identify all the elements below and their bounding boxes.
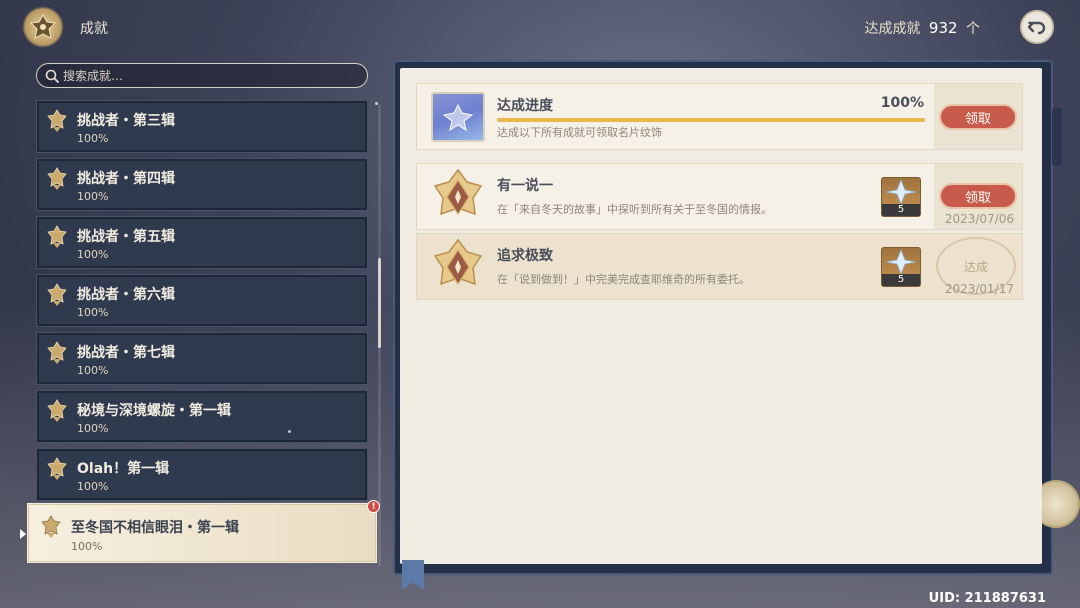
achievement-action-zone: 达成 2023/01/17 xyxy=(934,234,1022,299)
category-name: 至冬国不相信眼泪・第一辑 xyxy=(71,520,239,536)
category-name: 秘境与深境螺旋・第一辑 xyxy=(77,403,231,419)
category-name: 挑战者・第三辑 xyxy=(77,113,175,129)
category-badge-icon xyxy=(47,341,67,364)
search-icon xyxy=(45,69,59,83)
category-percent: 100% xyxy=(77,480,109,493)
search-input[interactable] xyxy=(63,68,353,83)
primogem-reward: 5 xyxy=(881,177,921,217)
achievement-row: 有一说一 在「来自冬天的故事」中探听到所有关于至冬国的情报。 5 领取 2023… xyxy=(416,163,1023,230)
achievement-row: 追求极致 在「说到做到！」中完美完成查耶维奇的所有委托。 5 达成 2023/0… xyxy=(416,233,1023,300)
primogem-icon xyxy=(885,248,917,276)
reward-count: 5 xyxy=(882,204,920,216)
progress-bar-fill xyxy=(497,118,925,122)
category-badge-icon xyxy=(47,109,67,132)
achievement-title: 追求极致 xyxy=(497,248,553,264)
achievement-action-zone: 领取 2023/07/06 xyxy=(934,164,1022,229)
category-percent: 100% xyxy=(77,248,109,261)
category-item-selected[interactable]: 至冬国不相信眼泪・第一辑 100% ! xyxy=(28,500,380,562)
count-unit-text: 个 xyxy=(966,21,980,37)
reward-count: 5 xyxy=(882,274,920,286)
category-name: 挑战者・第四辑 xyxy=(77,171,175,187)
achievement-medal-icon xyxy=(433,168,483,216)
category-item[interactable]: Olah！第一辑 100% xyxy=(36,448,368,501)
category-badge-icon xyxy=(47,283,67,306)
count-value-text: 932 xyxy=(928,19,958,37)
category-percent: 100% xyxy=(71,540,103,553)
claim-reward-button[interactable]: 领取 xyxy=(939,183,1017,209)
uid-text: UID: 211887631 xyxy=(928,591,1046,606)
category-name: 挑战者・第五辑 xyxy=(77,229,175,245)
category-badge-icon xyxy=(47,225,67,248)
category-percent: 100% xyxy=(77,190,109,203)
progress-action-zone: 领取 xyxy=(934,84,1022,149)
category-percent: 100% xyxy=(77,306,109,319)
achievement-emblem-icon xyxy=(22,6,64,48)
category-item[interactable]: 挑战者・第七辑 100% xyxy=(36,332,368,385)
book-side-tab xyxy=(1052,108,1062,166)
primogem-icon xyxy=(885,178,917,206)
progress-title: 达成进度 xyxy=(497,98,553,114)
category-item[interactable]: 挑战者・第三辑 100% xyxy=(36,100,368,153)
achievement-count-label: 达成成就 932 个 xyxy=(864,18,980,38)
search-box[interactable] xyxy=(36,63,368,88)
count-label-text: 达成成就 xyxy=(864,21,921,37)
sparkle-deco xyxy=(375,102,378,105)
progress-row: 达成进度 100% 达成以下所有成就可领取名片纹饰 领取 xyxy=(416,83,1023,150)
category-item[interactable]: 挑战者・第四辑 100% xyxy=(36,158,368,211)
category-name: 挑战者・第六辑 xyxy=(77,287,175,303)
achievement-description: 在「说到做到！」中完美完成查耶维奇的所有委托。 xyxy=(497,273,750,286)
category-badge-icon xyxy=(47,457,67,480)
category-name: Olah！第一辑 xyxy=(77,461,170,477)
achievement-date: 2023/01/17 xyxy=(944,282,1014,296)
category-badge-icon xyxy=(41,515,61,538)
achievement-date: 2023/07/06 xyxy=(944,212,1014,226)
claim-namecard-button[interactable]: 领取 xyxy=(939,104,1017,130)
category-percent: 100% xyxy=(77,132,109,145)
category-badge-icon xyxy=(47,167,67,190)
page-title: 成就 xyxy=(80,21,108,37)
category-percent: 100% xyxy=(77,422,109,435)
category-percent: 100% xyxy=(77,364,109,377)
category-item[interactable]: 秘境与深境螺旋・第一辑 100% xyxy=(36,390,368,443)
back-button[interactable] xyxy=(1020,10,1054,44)
list-scrollbar-thumb[interactable] xyxy=(378,258,381,348)
category-item[interactable]: 挑战者・第五辑 100% xyxy=(36,216,368,269)
back-arrow-icon xyxy=(1027,21,1046,35)
category-name: 挑战者・第七辑 xyxy=(77,345,175,361)
progress-percent: 100% xyxy=(880,95,924,111)
achievement-title: 有一说一 xyxy=(497,178,553,194)
sparkle-deco xyxy=(288,430,291,433)
namecard-icon xyxy=(431,92,485,142)
category-item[interactable]: 挑战者・第六辑 100% xyxy=(36,274,368,327)
achievement-description: 在「来自冬天的故事」中探听到所有关于至冬国的情报。 xyxy=(497,203,772,216)
progress-description: 达成以下所有成就可领取名片纹饰 xyxy=(497,126,662,139)
primogem-reward: 5 xyxy=(881,247,921,287)
category-badge-icon xyxy=(47,399,67,422)
progress-bar xyxy=(497,118,925,122)
achievement-medal-icon xyxy=(433,238,483,286)
selected-indicator-icon xyxy=(20,529,26,539)
